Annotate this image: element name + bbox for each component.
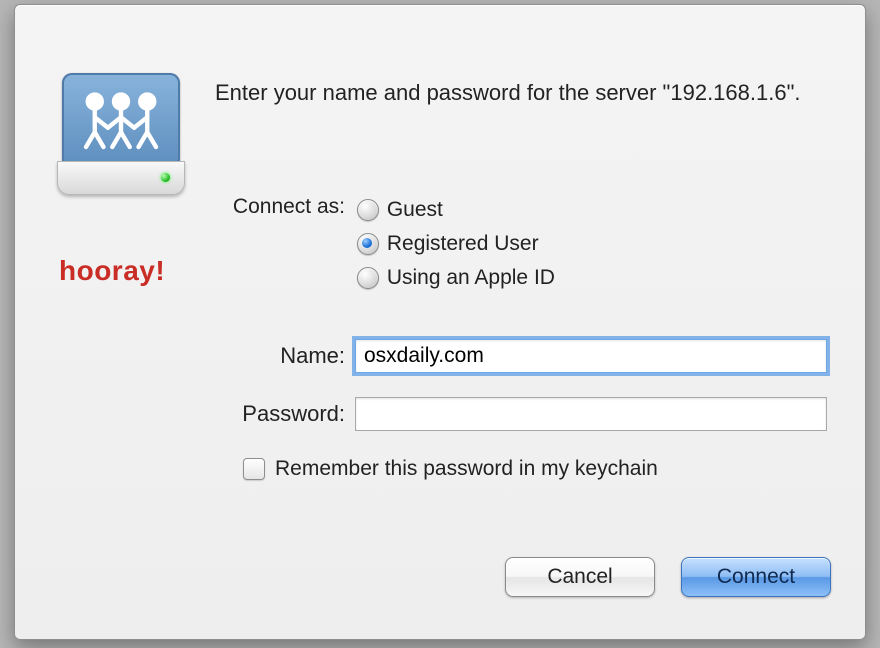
radio-registered-user[interactable]: Registered User [357,227,555,261]
radio-apple-id[interactable]: Using an Apple ID [357,261,555,295]
annotation-text: hooray! [59,255,165,287]
network-drive-icon-base [57,161,185,195]
password-row: Password: [170,397,850,431]
connect-as-options: Guest Registered User Using an Apple ID [357,193,555,295]
radio-apple-id-button[interactable] [357,267,379,289]
remember-password-row[interactable]: Remember this password in my keychain [243,457,658,481]
cancel-button[interactable]: Cancel [505,557,655,597]
radio-registered-user-button[interactable] [357,233,379,255]
connect-as-group: Connect as: Guest Registered User Using … [215,193,835,295]
radio-registered-user-label: Registered User [387,232,539,256]
prompt-text: Enter your name and password for the ser… [215,77,825,109]
dialog-buttons: Cancel Connect [505,557,831,597]
name-row: Name: [170,339,850,373]
network-drive-icon [57,73,185,195]
people-sharing-icon [76,84,166,154]
network-drive-icon-top [62,73,180,165]
name-label: Name: [170,343,345,369]
password-input[interactable] [355,397,827,431]
connect-button[interactable]: Connect [681,557,831,597]
radio-guest-button[interactable] [357,199,379,221]
drive-led-icon [161,173,170,182]
remember-password-checkbox[interactable] [243,458,265,480]
name-input[interactable] [355,339,827,373]
remember-password-label: Remember this password in my keychain [275,457,658,481]
password-label: Password: [170,401,345,427]
connect-to-server-dialog: hooray! Enter your name and password for… [14,4,866,640]
radio-guest[interactable]: Guest [357,193,555,227]
connect-as-label: Connect as: [215,193,351,219]
radio-guest-label: Guest [387,198,443,222]
radio-apple-id-label: Using an Apple ID [387,266,555,290]
